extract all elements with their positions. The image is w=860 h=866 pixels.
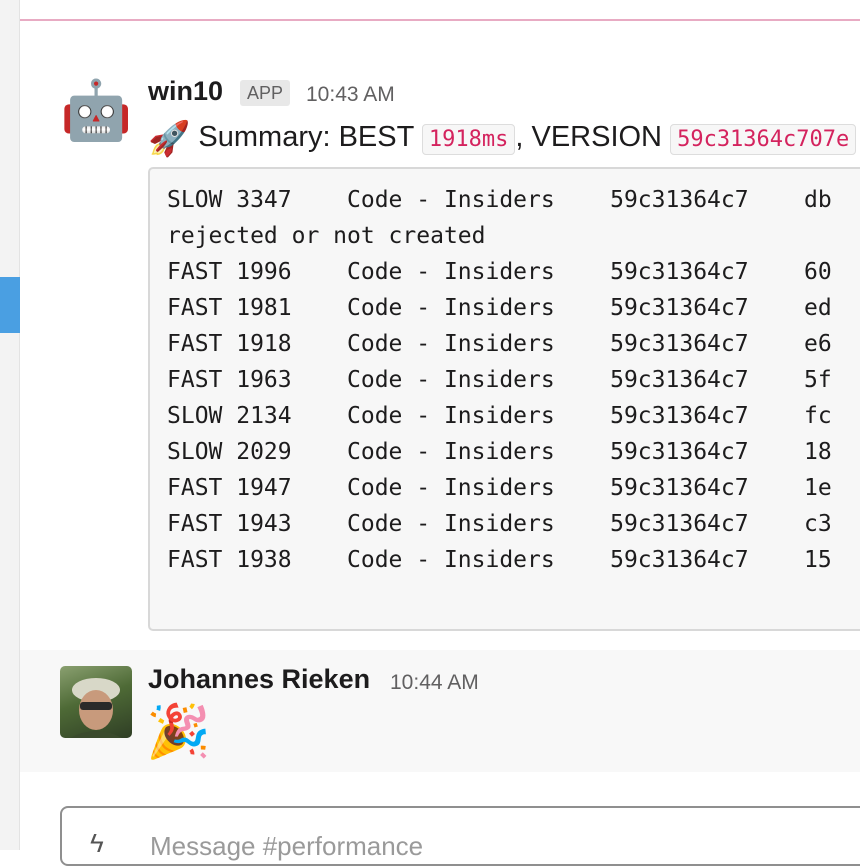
avatar[interactable]	[60, 666, 132, 738]
code-line: FAST 1981 Code - Insiders 59c31364c7 ed	[167, 295, 832, 321]
left-rail	[0, 0, 20, 850]
code-line: FAST 1918 Code - Insiders 59c31364c7 e6	[167, 331, 832, 357]
lightning-shortcut-icon[interactable]: ϟ	[90, 828, 104, 859]
code-line: FAST 1996 Code - Insiders 59c31364c7 60	[167, 259, 832, 285]
selected-channel-marker	[0, 277, 20, 333]
code-line: SLOW 3347 Code - Insiders 59c31364c7 db	[167, 187, 832, 213]
user-photo-icon	[70, 678, 122, 738]
best-time-code: 1918ms	[421, 124, 516, 155]
robot-face-icon[interactable]: 🤖	[60, 75, 132, 147]
version-code: 59c31364c707e	[670, 124, 857, 155]
code-line: SLOW 2134 Code - Insiders 59c31364c7 fc	[167, 403, 832, 429]
summary-version-label: , VERSION	[515, 121, 663, 153]
message-timestamp[interactable]: 10:43 AM	[306, 83, 395, 107]
message-input[interactable]	[148, 830, 752, 863]
message-author[interactable]: win10	[148, 76, 223, 107]
summary-line: 🚀 Summary: BEST 1918ms, VERSION 59c31364…	[148, 114, 857, 163]
code-line: FAST 1947 Code - Insiders 59c31364c7 1e	[167, 475, 832, 501]
app-badge: APP	[240, 80, 291, 106]
party-popper-icon: 🎉	[146, 703, 211, 761]
message-author[interactable]: Johannes Rieken	[148, 664, 370, 695]
summary-prefix: Summary: BEST	[198, 121, 414, 153]
message-timestamp[interactable]: 10:44 AM	[390, 671, 479, 695]
results-code-block: SLOW 3347 Code - Insiders 59c31364c7 db r…	[148, 167, 860, 631]
new-messages-divider	[20, 19, 860, 21]
message-composer[interactable]: ϟ	[60, 806, 860, 866]
code-line: FAST 1938 Code - Insiders 59c31364c7 15	[167, 547, 832, 573]
code-line: FAST 1943 Code - Insiders 59c31364c7 c3	[167, 511, 832, 537]
code-line: rejected or not created	[167, 223, 486, 249]
code-line: FAST 1963 Code - Insiders 59c31364c7 5f	[167, 367, 832, 393]
code-line: SLOW 2029 Code - Insiders 59c31364c7 18	[167, 439, 832, 465]
rocket-icon: 🚀	[148, 120, 191, 158]
